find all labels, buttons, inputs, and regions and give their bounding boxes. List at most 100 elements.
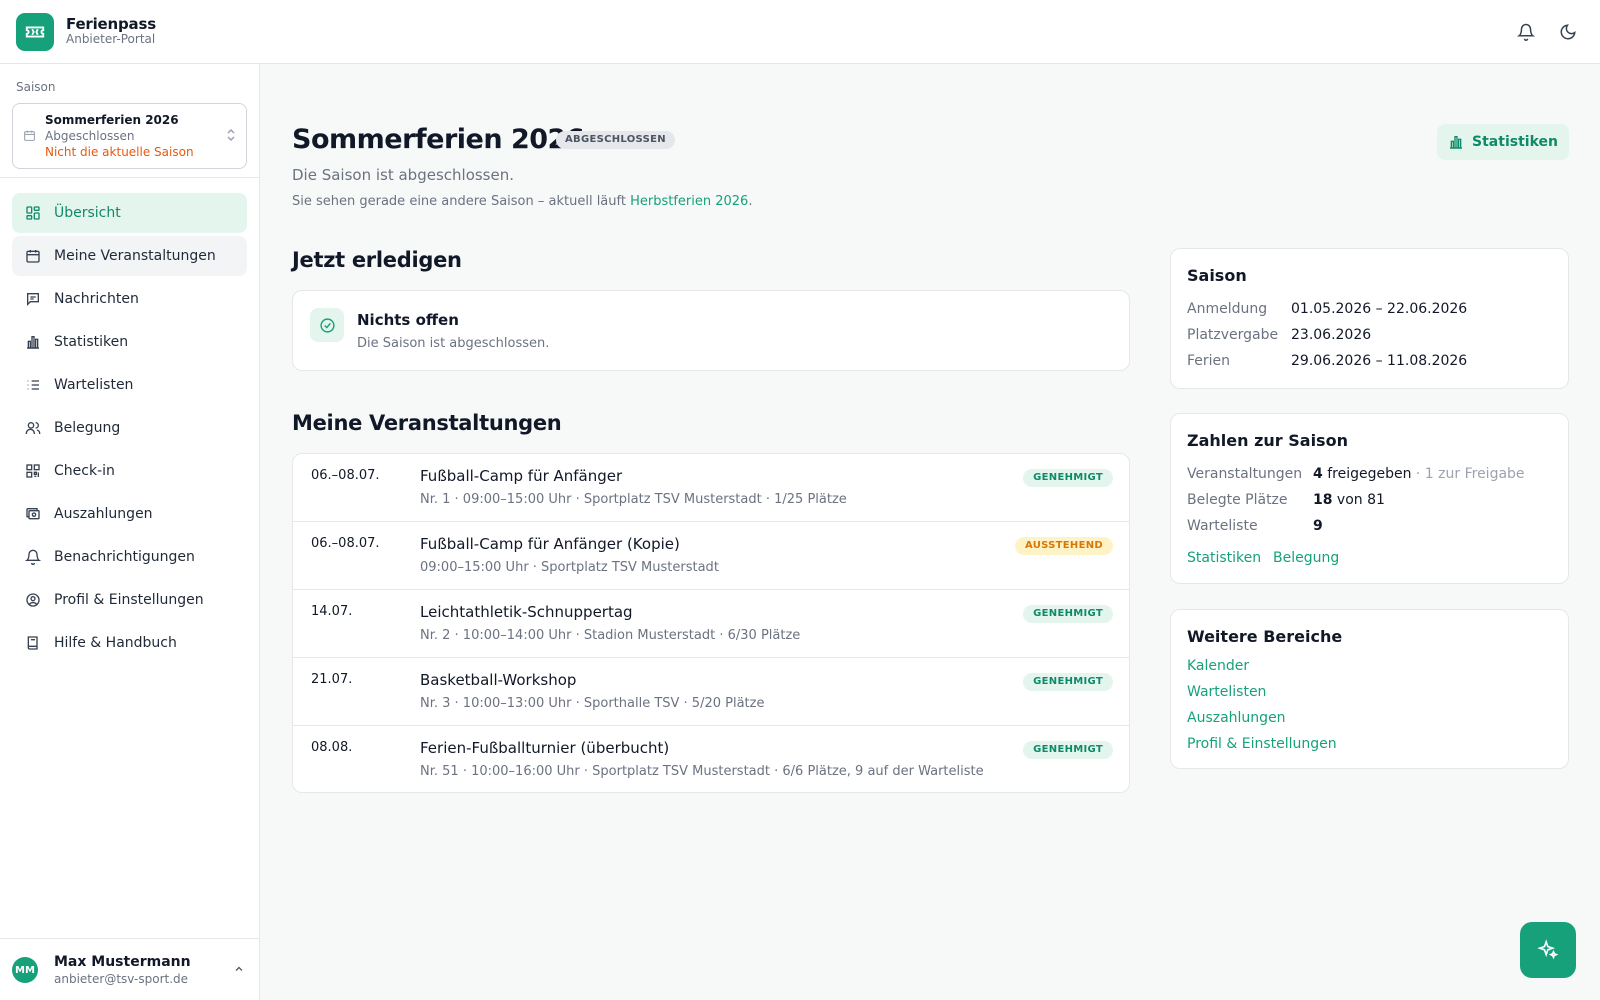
statistics-button[interactable]: Statistiken xyxy=(1437,124,1569,160)
bell-icon[interactable] xyxy=(1514,20,1538,44)
sidebar-nav: Übersicht Meine Veranstaltungen Nachrich… xyxy=(12,193,247,666)
calendar-icon xyxy=(23,129,36,142)
season-row-holidays: Ferien 29.06.2026 – 11.08.2026 xyxy=(1187,353,1467,369)
season-warning: Nicht die aktuelle Saison xyxy=(45,145,194,159)
events-extra: · 1 zur Freigabe xyxy=(1411,466,1525,482)
page-title: Sommerferien 2026 xyxy=(292,124,585,155)
more-areas-title: Weitere Bereiche xyxy=(1187,627,1343,646)
event-title: Basketball-Workshop xyxy=(420,671,577,689)
sidebar-item-belegung[interactable]: Belegung xyxy=(12,408,247,448)
sidebar-item-check-in[interactable]: Check-in xyxy=(12,451,247,491)
sidebar-item-auszahlungen[interactable]: Auszahlungen xyxy=(12,494,247,534)
season-row-value: 29.06.2026 – 11.08.2026 xyxy=(1291,353,1468,369)
assistant-button[interactable] xyxy=(1520,922,1576,978)
seats-rest: von 81 xyxy=(1332,492,1385,508)
numbers-row-label: Warteliste xyxy=(1187,518,1258,534)
numbers-row-events: Veranstaltungen 4 freigegeben · 1 zur Fre… xyxy=(1187,466,1525,482)
calendar-link[interactable]: Kalender xyxy=(1187,658,1249,674)
event-title: Fußball-Camp für Anfänger (Kopie) xyxy=(420,535,680,553)
numbers-row-value: 4 freigegeben · 1 zur Freigabe xyxy=(1313,466,1525,482)
sidebar-item-label: Belegung xyxy=(54,420,121,436)
sidebar-item-label: Check-in xyxy=(54,463,115,479)
payouts-link[interactable]: Auszahlungen xyxy=(1187,710,1286,726)
sidebar-item-statistiken[interactable]: Statistiken xyxy=(12,322,247,362)
bar-chart-icon xyxy=(1448,134,1472,150)
sidebar-item-meine-veranstaltungen[interactable]: Meine Veranstaltungen xyxy=(12,236,247,276)
sidebar-item-label: Meine Veranstaltungen xyxy=(54,248,216,264)
profile-settings-link[interactable]: Profil & Einstellungen xyxy=(1187,736,1337,752)
sidebar-item-profil[interactable]: Profil & Einstellungen xyxy=(12,580,247,620)
top-bar: Ferienpass Anbieter-Portal xyxy=(0,0,1600,64)
user-menu[interactable]: MM Max Mustermann anbieter@tsv-sport.de xyxy=(0,938,259,1000)
current-season-link[interactable]: Herbstferien 2026 xyxy=(630,194,748,209)
event-meta: Nr. 3 · 10:00–13:00 Uhr · Sporthalle TSV… xyxy=(420,696,765,711)
dashboard-icon xyxy=(25,205,41,221)
season-card: Saison Anmeldung 01.05.2026 – 22.06.2026 … xyxy=(1170,248,1569,389)
list-item[interactable]: 08.08. Ferien-Fußballturnier (überbucht)… xyxy=(293,726,1129,792)
calendar-icon xyxy=(25,248,41,264)
numbers-row-label: Belegte Plätze xyxy=(1187,492,1288,508)
status-badge: GENEHMIGT xyxy=(1023,741,1113,759)
brand-subtitle: Anbieter-Portal xyxy=(66,32,156,46)
list-item[interactable]: 14.07. Leichtathletik-Schnuppertag Nr. 2… xyxy=(293,590,1129,658)
profile-icon xyxy=(25,592,41,608)
check-circle-icon xyxy=(310,308,344,342)
season-name: Sommerferien 2026 xyxy=(45,113,179,127)
season-notice-text: Sie sehen gerade eine andere Saison – ak… xyxy=(292,194,631,209)
sidebar-item-label: Nachrichten xyxy=(54,291,139,307)
ticket-logo-icon[interactable] xyxy=(16,13,54,51)
sidebar-item-label: Benachrichtigungen xyxy=(54,549,195,565)
status-badge: GENEHMIGT xyxy=(1023,673,1113,691)
numbers-row-label: Veranstaltungen xyxy=(1187,466,1303,482)
main-content: Sommerferien 2026 ABGESCHLOSSEN Die Sais… xyxy=(260,64,1600,1000)
list-item[interactable]: 06.–08.07. Fußball-Camp für Anfänger (Ko… xyxy=(293,522,1129,590)
season-notice: Sie sehen gerade eine andere Saison – ak… xyxy=(292,194,752,209)
sidebar-item-benachrichtigungen[interactable]: Benachrichtigungen xyxy=(12,537,247,577)
user-name: Max Mustermann xyxy=(54,954,191,970)
season-notice-suffix: . xyxy=(748,194,753,209)
event-title: Fußball-Camp für Anfänger xyxy=(420,467,623,485)
status-badge: GENEHMIGT xyxy=(1023,605,1113,623)
status-badge: GENEHMIGT xyxy=(1023,469,1113,487)
waitlists-link[interactable]: Wartelisten xyxy=(1187,684,1266,700)
statistics-link[interactable]: Statistiken xyxy=(1187,550,1261,566)
sidebar-item-uebersicht[interactable]: Übersicht xyxy=(12,193,247,233)
season-select[interactable]: Sommerferien 2026 Abgeschlossen Nicht di… xyxy=(12,103,247,169)
season-row-value: 01.05.2026 – 22.06.2026 xyxy=(1291,301,1468,317)
event-meta: Nr. 1 · 09:00–15:00 Uhr · Sportplatz TSV… xyxy=(420,492,847,507)
sidebar-item-label: Wartelisten xyxy=(54,377,134,393)
sidebar-item-wartelisten[interactable]: Wartelisten xyxy=(12,365,247,405)
season-status: Abgeschlossen xyxy=(45,129,135,143)
occupancy-link[interactable]: Belegung xyxy=(1273,550,1339,566)
event-title: Leichtathletik-Schnuppertag xyxy=(420,603,633,621)
seats-count: 18 xyxy=(1313,492,1333,508)
events-heading: Meine Veranstaltungen xyxy=(292,411,562,435)
events-list: 06.–08.07. Fußball-Camp für Anfänger Nr.… xyxy=(292,453,1130,793)
bar-chart-icon xyxy=(25,334,41,350)
list-item[interactable]: 21.07. Basketball-Workshop Nr. 3 · 10:00… xyxy=(293,658,1129,726)
bell-icon xyxy=(25,549,41,565)
chevron-up-icon[interactable] xyxy=(233,963,245,975)
users-icon xyxy=(25,420,41,436)
event-date: 08.08. xyxy=(311,740,353,755)
todo-title: Nichts offen xyxy=(357,311,459,329)
list-item[interactable]: 06.–08.07. Fußball-Camp für Anfänger Nr.… xyxy=(293,454,1129,522)
sidebar-item-label: Übersicht xyxy=(54,205,121,221)
moon-icon[interactable] xyxy=(1556,20,1580,44)
status-badge: ABGESCHLOSSEN xyxy=(556,131,675,149)
brand-title: Ferienpass xyxy=(66,15,156,33)
season-row-label: Ferien xyxy=(1187,353,1231,369)
season-row-value: 23.06.2026 xyxy=(1291,327,1372,343)
user-email: anbieter@tsv-sport.de xyxy=(54,972,189,986)
sidebar-item-label: Auszahlungen xyxy=(54,506,153,522)
event-title: Ferien-Fußballturnier (überbucht) xyxy=(420,739,670,757)
sidebar-item-nachrichten[interactable]: Nachrichten xyxy=(12,279,247,319)
todo-card: Nichts offen Die Saison ist abgeschlosse… xyxy=(292,290,1130,371)
sidebar: Saison Sommerferien 2026 Abgeschlossen N… xyxy=(0,64,260,1000)
event-date: 14.07. xyxy=(311,604,353,619)
list-icon xyxy=(25,377,41,393)
waitlist-count: 9 xyxy=(1313,518,1323,534)
season-row-registration: Anmeldung 01.05.2026 – 22.06.2026 xyxy=(1187,301,1467,317)
sidebar-item-hilfe[interactable]: Hilfe & Handbuch xyxy=(12,623,247,663)
event-meta: Nr. 51 · 10:00–16:00 Uhr · Sportplatz TS… xyxy=(420,764,984,779)
